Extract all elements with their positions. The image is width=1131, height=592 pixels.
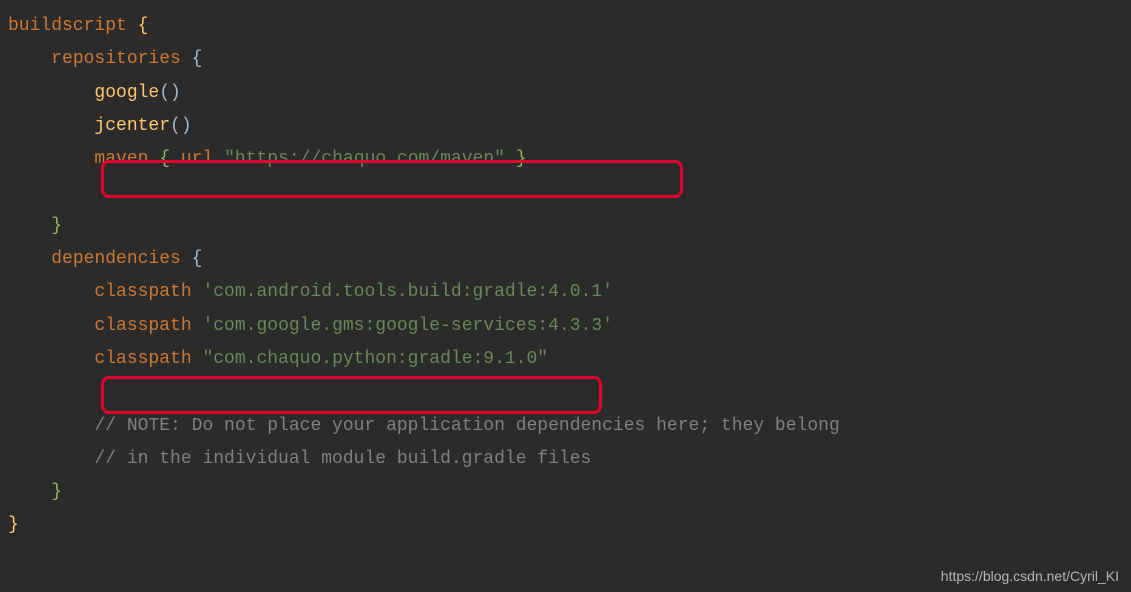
brace-close: } [516, 149, 527, 169]
string-chaquo-dep: "com.chaquo.python:gradle:9.1.0" [202, 349, 548, 369]
comment-line-2: // in the individual module build.gradle… [94, 449, 591, 469]
comment-line-1: // NOTE: Do not place your application d… [94, 416, 839, 436]
kw-classpath: classpath [94, 349, 191, 369]
string-maven-url: "https://chaquo.com/maven" [224, 149, 505, 169]
kw-buildscript: buildscript [8, 16, 127, 36]
brace-open: { [192, 249, 203, 269]
brace-close: } [51, 482, 62, 502]
brace-open: { [192, 49, 203, 69]
fn-jcenter: jcenter [94, 116, 170, 136]
kw-classpath: classpath [94, 282, 191, 302]
code-block: buildscript { repositories { google() jc… [0, 0, 1131, 553]
kw-repositories: repositories [51, 49, 181, 69]
paren: () [159, 83, 181, 103]
string-gradle-dep: 'com.android.tools.build:gradle:4.0.1' [202, 282, 612, 302]
brace-close: } [51, 216, 62, 236]
kw-url: url [181, 149, 213, 169]
paren: () [170, 116, 192, 136]
kw-maven: maven [94, 149, 148, 169]
kw-dependencies: dependencies [51, 249, 181, 269]
kw-classpath: classpath [94, 316, 191, 336]
brace-open: { [138, 16, 149, 36]
watermark-text: https://blog.csdn.net/Cyril_KI [941, 568, 1119, 584]
brace-close: } [8, 515, 19, 535]
string-gms-dep: 'com.google.gms:google-services:4.3.3' [202, 316, 612, 336]
fn-google: google [94, 83, 159, 103]
brace-open: { [159, 149, 170, 169]
